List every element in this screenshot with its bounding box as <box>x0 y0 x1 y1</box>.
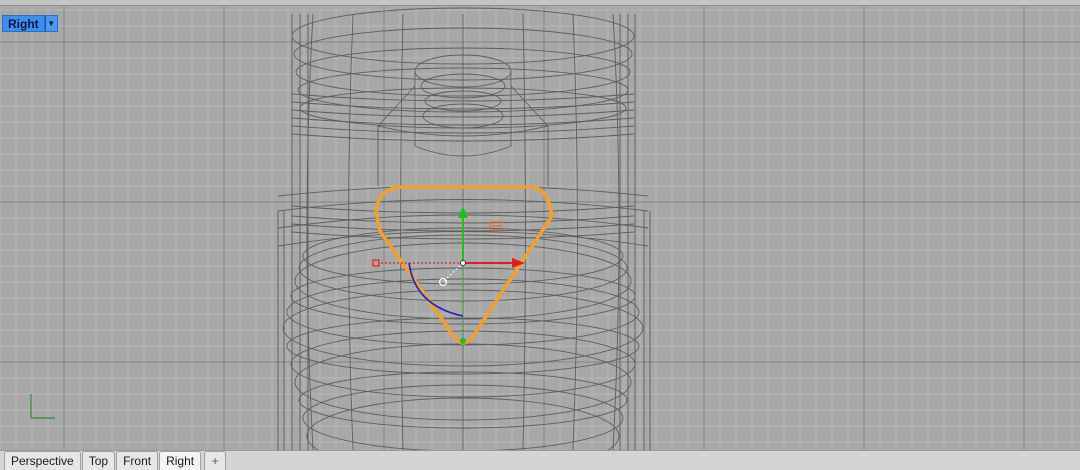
wire-neck-flare <box>510 85 549 186</box>
chevron-down-icon[interactable]: ▼ <box>44 15 58 32</box>
tab-right[interactable]: Right <box>159 451 202 470</box>
wire-meridian <box>612 13 620 450</box>
viewport-right[interactable]: Right ▼ <box>0 6 1080 450</box>
gumball-y-handle <box>460 338 466 344</box>
tab-top[interactable]: Top <box>81 451 116 470</box>
tab-perspective[interactable]: Perspective <box>4 451 81 470</box>
viewport-title[interactable]: Right ▼ <box>2 15 58 32</box>
wire-meridian <box>400 13 404 450</box>
viewport-tabs: Perspective Top Front Right + <box>0 450 1080 470</box>
viewport-canvas[interactable] <box>0 6 1080 450</box>
gumball-y-arrow <box>458 206 468 218</box>
wire-meridian <box>572 13 578 450</box>
world-axes-icon <box>30 394 55 419</box>
gumball-origin <box>460 260 466 266</box>
viewport-title-label[interactable]: Right <box>2 15 45 32</box>
plus-icon[interactable]: + <box>204 451 227 470</box>
wire-meridian <box>522 13 526 450</box>
tab-front[interactable]: Front <box>116 451 159 470</box>
construction-grid <box>0 6 1080 450</box>
